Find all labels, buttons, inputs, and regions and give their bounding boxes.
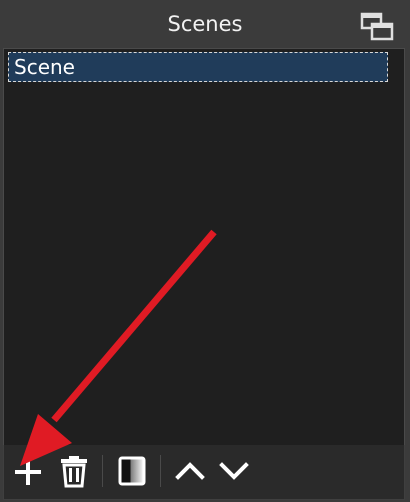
float-dock-icon xyxy=(360,12,394,41)
list-item-scene[interactable]: Scene xyxy=(8,52,388,82)
toolbar-separator xyxy=(102,455,103,487)
move-scene-up-button[interactable] xyxy=(172,453,208,489)
add-scene-button[interactable] xyxy=(10,453,46,489)
scene-list[interactable]: Scene xyxy=(3,48,405,446)
chevron-down-icon xyxy=(219,462,249,480)
dock-title: Scenes xyxy=(167,12,243,36)
toolbar-separator xyxy=(160,455,161,487)
scene-toolbar xyxy=(3,445,405,500)
move-scene-down-button[interactable] xyxy=(216,453,252,489)
trash-icon xyxy=(61,456,87,488)
dock-titlebar[interactable]: Scenes xyxy=(0,0,410,48)
scene-filters-button[interactable] xyxy=(114,453,150,489)
float-dock-button[interactable] xyxy=(359,10,395,42)
chevron-up-icon xyxy=(175,462,205,480)
scene-item-label: Scene xyxy=(14,55,75,79)
filter-icon xyxy=(118,456,146,486)
remove-scene-button[interactable] xyxy=(56,453,92,489)
scenes-dock: Scenes Scene xyxy=(0,0,410,502)
add-icon xyxy=(15,459,41,485)
